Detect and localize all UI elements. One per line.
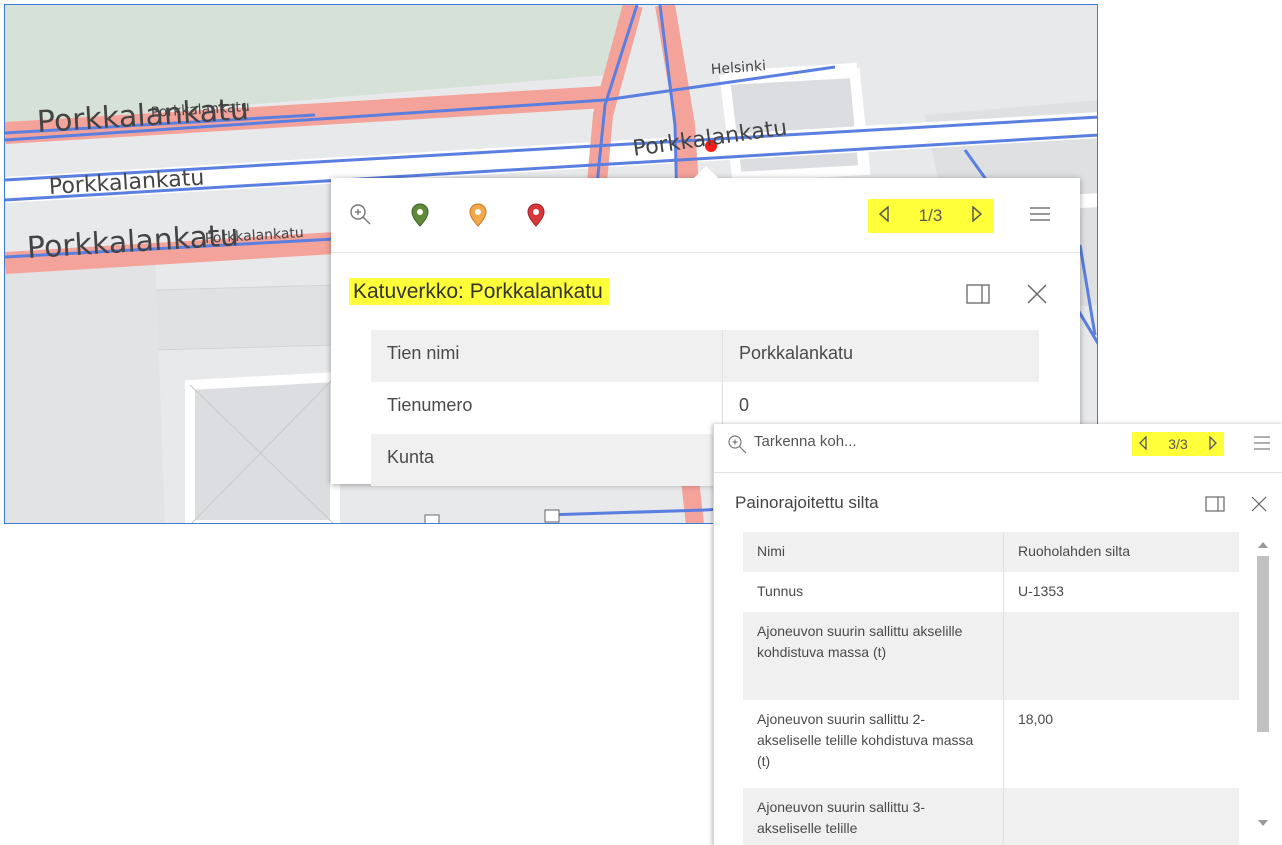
page-indicator: 1/3 bbox=[918, 206, 943, 225]
search-input[interactable]: Tarkenna koh... bbox=[754, 433, 857, 450]
attribute-table: Nimi Ruoholahden silta Tunnus U-1353 Ajo… bbox=[743, 532, 1239, 845]
popup-pointer bbox=[694, 166, 718, 178]
pagination: 1/3 bbox=[868, 199, 993, 233]
search-icon bbox=[726, 433, 748, 455]
next-page-button[interactable] bbox=[1208, 434, 1218, 453]
next-page-button[interactable] bbox=[971, 204, 983, 227]
attribute-key: Ajoneuvon suurin sallittu akselille kohd… bbox=[743, 612, 1004, 700]
popup-toolbar: 1/3 bbox=[331, 178, 1080, 253]
attribute-value bbox=[1004, 612, 1240, 700]
orange-marker-icon[interactable] bbox=[467, 202, 489, 228]
table-row: Tien nimi Porkkalankatu bbox=[371, 330, 1039, 382]
red-marker-icon[interactable] bbox=[525, 202, 547, 228]
attribute-key: Ajoneuvon suurin sallittu 2-akseliselle … bbox=[743, 700, 1004, 788]
pagination: 3/3 bbox=[1132, 432, 1224, 456]
popup-title: Katuverkko: Porkkalankatu bbox=[349, 278, 609, 305]
attribute-key: Tien nimi bbox=[371, 330, 723, 382]
table-row: Ajoneuvon suurin sallittu akselille kohd… bbox=[743, 612, 1239, 700]
table-row: Ajoneuvon suurin sallittu 2-akseliselle … bbox=[743, 700, 1239, 788]
building-block bbox=[5, 250, 165, 523]
attribute-value bbox=[1004, 788, 1240, 845]
attribute-key: Ajoneuvon suurin sallittu 3-akseliselle … bbox=[743, 788, 1004, 845]
page-indicator: 3/3 bbox=[1168, 436, 1188, 452]
popup-title: Painorajoitettu silta bbox=[735, 493, 879, 512]
attribute-value: U-1353 bbox=[1018, 583, 1064, 599]
zoom-in-icon[interactable] bbox=[347, 201, 373, 227]
attribute-key: Nimi bbox=[743, 532, 1004, 572]
attribute-key: Tunnus bbox=[743, 572, 1004, 612]
close-icon[interactable] bbox=[1025, 282, 1049, 306]
popup-title-text: Katuverkko: Porkkalankatu bbox=[349, 278, 609, 305]
building-block bbox=[154, 284, 336, 351]
attribute-value: Porkkalankatu bbox=[739, 343, 854, 363]
table-row: Tunnus U-1353 bbox=[743, 572, 1239, 612]
prev-page-button[interactable] bbox=[878, 204, 890, 227]
hamburger-menu-icon[interactable] bbox=[1028, 204, 1052, 224]
prev-page-button[interactable] bbox=[1138, 434, 1148, 453]
table-row: Ajoneuvon suurin sallittu 3-akseliselle … bbox=[743, 788, 1239, 845]
popup-toolbar: Tarkenna koh... 3/3 bbox=[714, 424, 1282, 473]
feature-info-popup-detail: Tarkenna koh... 3/3 Painorajoitettu silt… bbox=[713, 424, 1282, 845]
attribute-key: Tienumero bbox=[371, 382, 723, 434]
vertical-scrollbar[interactable] bbox=[1253, 534, 1273, 834]
dock-panel-icon[interactable] bbox=[1204, 494, 1226, 514]
green-marker-icon[interactable] bbox=[409, 202, 431, 228]
attribute-value: Ruoholahden silta bbox=[1018, 543, 1131, 559]
table-row: Nimi Ruoholahden silta bbox=[743, 532, 1239, 572]
attribute-key: Kunta bbox=[371, 434, 723, 486]
close-icon[interactable] bbox=[1249, 494, 1269, 514]
hamburger-menu-icon[interactable] bbox=[1252, 434, 1272, 452]
dock-panel-icon[interactable] bbox=[965, 282, 991, 306]
attribute-value: 18,00 bbox=[1018, 711, 1054, 727]
